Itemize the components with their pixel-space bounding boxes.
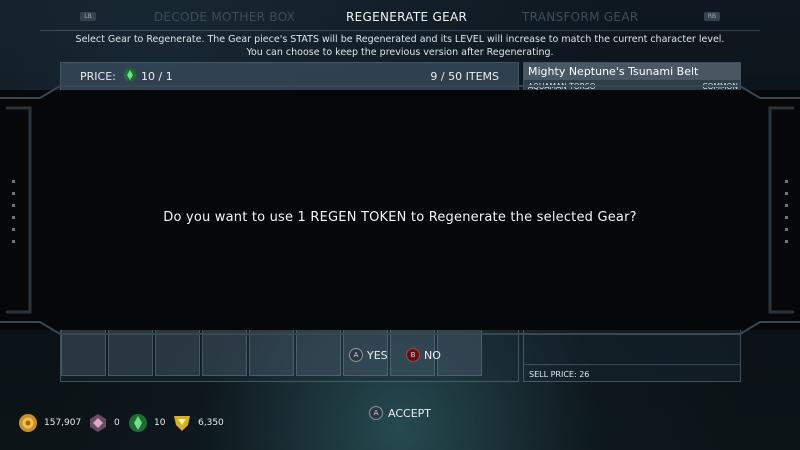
top-tab-bar: LB DECODE MOTHER BOX REGENERATE GEAR TRA… xyxy=(0,0,800,32)
dialog-question: Do you want to use 1 REGEN TOKEN to Rege… xyxy=(163,210,637,225)
no-label: NO xyxy=(424,348,441,362)
rb-button-icon[interactable]: RB xyxy=(704,12,720,21)
tab-regenerate-gear[interactable]: REGENERATE GEAR xyxy=(346,10,467,24)
tab-divider xyxy=(40,30,760,31)
no-button[interactable]: B NO xyxy=(406,348,441,362)
items-count: 9 / 50 ITEMS xyxy=(430,70,499,83)
gold-value: 157,907 xyxy=(44,418,82,428)
currency-gold: 157,907 xyxy=(18,413,81,433)
shield-token-value: 6,350 xyxy=(198,418,224,428)
a-button-icon: A xyxy=(369,406,383,420)
accept-label: ACCEPT xyxy=(388,406,431,420)
source-crystal-value: 0 xyxy=(114,418,120,428)
gold-coin-icon xyxy=(19,414,37,432)
a-button-icon: A xyxy=(349,348,363,362)
yes-button[interactable]: A YES xyxy=(349,348,388,362)
gear-list-header: PRICE: 10 / 1 9 / 50 ITEMS xyxy=(61,63,518,90)
instructions-line-1: Select Gear to Regenerate. The Gear piec… xyxy=(75,34,725,45)
regen-token-value: 10 xyxy=(154,418,166,428)
dialog-buttons: A YES B NO xyxy=(0,346,800,364)
b-button-icon: B xyxy=(406,348,420,362)
source-crystal-icon xyxy=(90,414,106,432)
currency-regen-tokens: 10 xyxy=(128,413,165,433)
tab-decode-mother-box[interactable]: DECODE MOTHER BOX xyxy=(154,10,295,24)
lb-button-icon[interactable]: LB xyxy=(80,12,96,21)
currency-source-crystals: 0 xyxy=(88,413,120,433)
sell-price: SELL PRICE: 26 xyxy=(529,370,590,379)
regen-token-icon xyxy=(129,414,147,432)
yes-label: YES xyxy=(367,348,388,362)
price-label: PRICE: xyxy=(80,70,116,83)
currency-shield-tokens: 6,350 xyxy=(172,413,224,433)
sell-price-bar: SELL PRICE: 26 xyxy=(524,364,740,381)
tab-transform-gear[interactable]: TRANSFORM GEAR xyxy=(522,10,638,24)
regen-token-icon xyxy=(123,68,137,82)
shield-token-icon xyxy=(174,416,190,431)
item-name: Mighty Neptune's Tsunami Belt xyxy=(524,63,740,80)
accept-button[interactable]: A ACCEPT xyxy=(369,406,431,420)
price-value: 10 / 1 xyxy=(141,70,173,83)
instructions-line-2: You can choose to keep the previous vers… xyxy=(246,47,554,58)
instructions-text: Select Gear to Regenerate. The Gear piec… xyxy=(0,33,800,59)
